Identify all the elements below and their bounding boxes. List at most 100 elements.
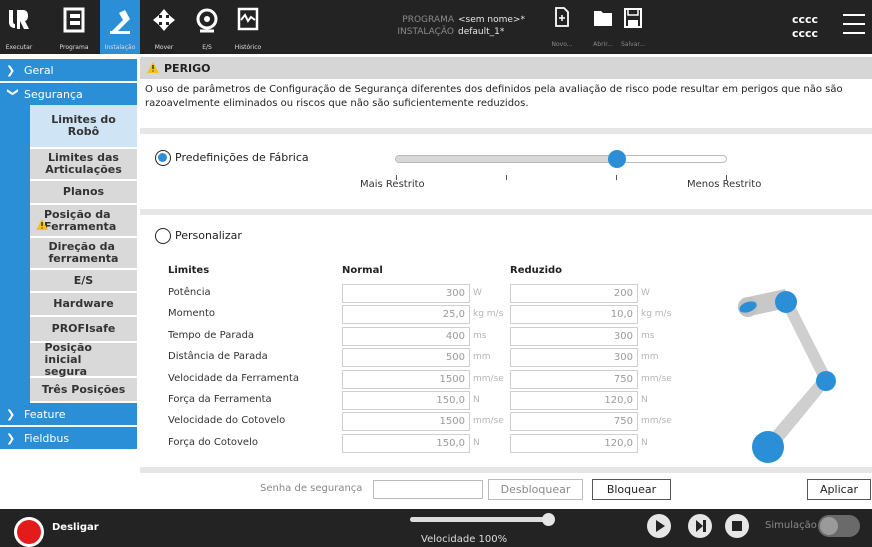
- normal-value-field[interactable]: 25,0: [342, 305, 470, 325]
- hamburger-menu-icon[interactable]: [843, 14, 865, 36]
- sidebar-item-direcao-ferramenta[interactable]: Direção da ferramenta: [30, 238, 137, 270]
- sidebar-item-posicao-inicial-segura[interactable]: Posição inicial segura: [30, 340, 137, 378]
- power-icon: [17, 520, 41, 544]
- sidebar-item-feature[interactable]: ❯ Feature: [0, 403, 137, 425]
- reduced-value-field[interactable]: 750: [510, 412, 638, 432]
- apply-button[interactable]: Aplicar: [807, 479, 871, 500]
- user-info: cccc cccc: [792, 13, 818, 41]
- limit-row-label: Tempo de Parada: [168, 329, 255, 341]
- normal-value-field[interactable]: 150,0: [342, 433, 470, 453]
- password-input[interactable]: [373, 480, 483, 499]
- custom-label: Personalizar: [175, 229, 242, 242]
- reduced-value-field[interactable]: 750: [510, 369, 638, 389]
- sidebar-item-seguranca[interactable]: ❯ Segurança: [0, 83, 137, 105]
- sidebar-item-planos[interactable]: Planos: [30, 181, 137, 205]
- speed-slider-thumb[interactable]: [542, 513, 555, 526]
- sidebar-item-label: Posição inicial segura: [44, 340, 92, 378]
- divider: [140, 467, 872, 473]
- slider-thumb[interactable]: [608, 150, 627, 168]
- limit-row-label: Distância de Parada: [168, 351, 268, 363]
- header-limits: Limites: [168, 265, 210, 276]
- sidebar-item-limites-robo[interactable]: Limites do Robô: [30, 105, 137, 149]
- play-icon: [656, 520, 665, 532]
- tab-program[interactable]: Programa: [53, 0, 95, 54]
- power-button[interactable]: [14, 517, 44, 547]
- tab-log-label: Histórico: [234, 44, 262, 51]
- reduced-value-field[interactable]: 120,0: [510, 391, 638, 410]
- sidebar-item-label: Planos: [62, 185, 105, 198]
- normal-unit: kg m/s: [473, 309, 504, 320]
- factory-presets-radio[interactable]: [155, 150, 171, 166]
- reduced-value-field[interactable]: 300: [510, 326, 638, 346]
- normal-value-field[interactable]: 1500: [342, 412, 470, 432]
- user-line-2: cccc: [792, 27, 819, 40]
- reduced-unit: mm: [641, 352, 659, 363]
- tab-io[interactable]: E/S: [189, 0, 225, 54]
- simulation-toggle[interactable]: [818, 515, 860, 537]
- sidebar-item-limites-articulacoes[interactable]: Limites das Articulações: [30, 149, 137, 181]
- tab-log[interactable]: Histórico: [229, 0, 267, 54]
- top-bar: Executar Programa Instalação Mover E/S H…: [0, 0, 872, 54]
- reduced-unit: mm/se: [641, 373, 672, 384]
- limit-row-label: Velocidade da Ferramenta: [168, 372, 300, 384]
- sidebar-item-profisafe[interactable]: PROFIsafe: [30, 317, 137, 343]
- reduced-unit: N: [641, 395, 648, 405]
- tab-move-label: Mover: [154, 44, 174, 51]
- sidebar-item-label: PROFIsafe: [51, 322, 116, 335]
- reduced-unit: W: [641, 288, 650, 298]
- normal-value-field[interactable]: 150,0: [342, 391, 470, 410]
- normal-value-field[interactable]: 400: [342, 326, 470, 346]
- power-label: Desligar: [52, 522, 99, 533]
- simulation-label: Simulação: [765, 520, 817, 531]
- warning-text: O uso de parâmetros de Configuração de S…: [145, 84, 843, 109]
- normal-unit: mm/se: [473, 416, 504, 427]
- normal-value-field[interactable]: 500: [342, 348, 470, 368]
- custom-radio[interactable]: [155, 228, 171, 244]
- header-normal: Normal: [342, 265, 383, 276]
- sidebar-item-hardware[interactable]: Hardware: [30, 293, 137, 317]
- sidebar-item-tres-posicoes[interactable]: Três Posições: [30, 378, 137, 403]
- sidebar-item-label: Direção da ferramenta: [48, 240, 119, 265]
- installation-label: INSTALAÇÃO: [397, 27, 454, 37]
- normal-unit: ms: [473, 330, 487, 341]
- sidebar-item-label: Três Posições: [41, 382, 126, 396]
- new-file-icon: [555, 7, 569, 27]
- program-icon: [63, 7, 85, 33]
- program-info: PROGRAMA <sem nome>* INSTALAÇÃO default_1*: [382, 14, 525, 38]
- reduced-value-field[interactable]: 120,0: [510, 433, 638, 453]
- tab-move[interactable]: Mover: [146, 0, 182, 54]
- program-label: PROGRAMA: [402, 15, 454, 25]
- speed-slider[interactable]: [410, 513, 555, 526]
- divider: [140, 128, 872, 134]
- sidebar-item-geral[interactable]: ❯ Geral: [0, 59, 137, 81]
- chevron-right-icon: ❯: [6, 63, 16, 77]
- reduced-value-field[interactable]: 10,0: [510, 305, 638, 325]
- stop-button[interactable]: [725, 514, 749, 538]
- sidebar-item-fieldbus[interactable]: ❯ Fieldbus: [0, 427, 137, 449]
- tab-run[interactable]: Executar: [0, 0, 38, 54]
- new-button-label: Novo...: [551, 41, 573, 48]
- unlock-button[interactable]: Desbloquear: [488, 479, 583, 500]
- save-button[interactable]: Salvar...: [618, 6, 648, 50]
- sidebar-item-es[interactable]: E/S: [30, 270, 137, 293]
- toggle-knob: [820, 517, 838, 535]
- normal-value-field[interactable]: 1500: [342, 369, 470, 389]
- normal-value-field[interactable]: 300: [342, 284, 470, 303]
- save-icon: [624, 8, 642, 28]
- tab-program-label: Programa: [59, 44, 89, 51]
- reduced-value-field[interactable]: 200: [510, 284, 638, 303]
- tab-installation[interactable]: Instalação: [100, 0, 140, 54]
- reduced-value-field[interactable]: 300: [510, 348, 638, 368]
- play-button[interactable]: [647, 514, 671, 538]
- installation-icon: [110, 10, 130, 34]
- tab-run-label: Executar: [5, 44, 33, 51]
- chevron-right-icon: ❯: [6, 407, 16, 421]
- restriction-slider[interactable]: [395, 155, 727, 163]
- slider-max-label: Menos Restrito: [687, 179, 762, 190]
- reduced-unit: N: [641, 437, 648, 448]
- new-button[interactable]: Novo...: [547, 6, 577, 50]
- sidebar-item-label: Feature: [24, 407, 66, 421]
- lock-button[interactable]: Bloquear: [592, 479, 671, 500]
- normal-unit: N: [473, 395, 480, 405]
- step-button[interactable]: [688, 514, 712, 538]
